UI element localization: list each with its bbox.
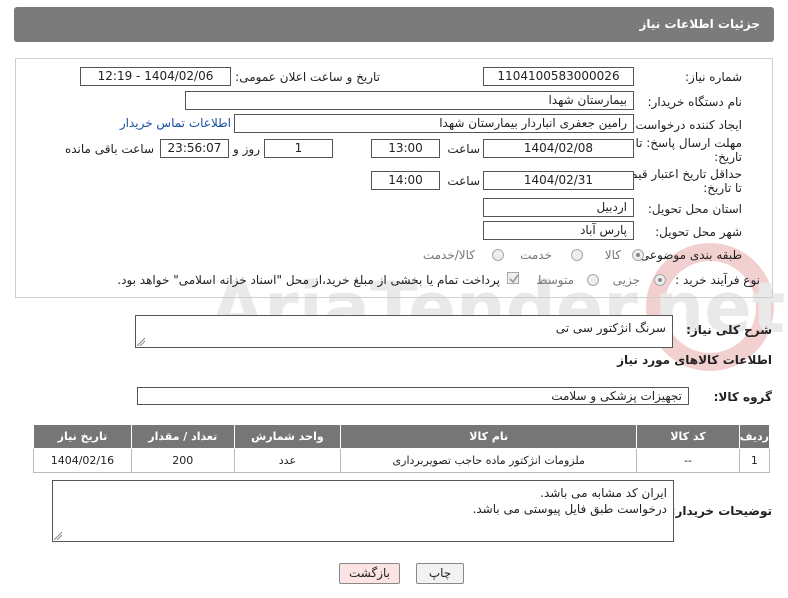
buyer-notes-textarea[interactable]: ایران کد مشابه می باشد. درخواست طبق فایل… (52, 480, 674, 542)
description-text: سرنگ انژکتور سی تی (555, 321, 666, 335)
buyer-org-field: بیمارستان شهدا (185, 91, 634, 110)
need-number-label: شماره نیاز: (685, 70, 742, 84)
treasury-payment-note: پرداخت تمام یا بخشی از مبلغ خرید،از محل … (117, 273, 500, 287)
cell-item-code: -- (636, 448, 740, 473)
reply-date-field: 1404/02/08 (483, 139, 634, 158)
reply-deadline-date-label: تاریخ: (714, 150, 742, 164)
process-option-minor: جزیی (612, 273, 640, 287)
col-header-need-date: تاریخ نیاز (33, 424, 132, 449)
goods-group-label: گروه کالا: (713, 390, 772, 404)
province-field: اردبیل (483, 198, 634, 217)
description-textarea[interactable]: سرنگ انژکتور سی تی (135, 315, 673, 348)
page-title: جزئیات اطلاعات نیاز (639, 17, 760, 31)
price-validity-date-label: تا تاریخ: (703, 181, 742, 195)
cell-item-name: ملزومات انژکتور ماده حاجب تصویربرداری (340, 448, 638, 473)
buyer-notes-line-2: درخواست طبق فایل پیوستی می باشد. (472, 502, 667, 516)
city-label: شهر محل تحویل: (655, 225, 742, 239)
process-radio-medium[interactable] (587, 274, 599, 286)
page-header: جزئیات اطلاعات نیاز (14, 7, 774, 42)
goods-section-title: اطلاعات کالاهای مورد نیاز (617, 353, 772, 367)
days-field: 1 (264, 139, 333, 158)
print-button[interactable]: چاپ (416, 563, 464, 584)
category-radio-goods[interactable] (632, 249, 644, 261)
cell-row-number: 1 (738, 448, 771, 473)
process-type-label: نوع فرآیند خرید : (675, 273, 760, 287)
need-number-field: 1104100583000026 (483, 67, 634, 86)
process-option-medium: متوسط (536, 273, 574, 287)
buyer-contact-link[interactable]: اطلاعات تماس خریدار (120, 116, 231, 130)
description-label: شرح کلی نیاز: (686, 323, 772, 337)
announce-datetime-field: 1404/02/06 - 12:19 (80, 67, 231, 86)
resize-grip-icon[interactable] (137, 338, 145, 346)
price-validity-time-field: 14:00 (371, 171, 440, 190)
city-field: پارس آباد (483, 221, 634, 240)
treasury-payment-checkbox[interactable] (507, 272, 519, 284)
resize-grip-icon[interactable] (54, 532, 62, 540)
reply-time-label: ساعت (447, 142, 480, 156)
category-option-goods-service: کالا/خدمت (422, 248, 475, 262)
buyer-org-label: نام دستگاه خریدار: (647, 95, 743, 109)
category-option-goods: کالا (604, 248, 621, 262)
process-radio-minor[interactable] (654, 274, 666, 286)
category-radio-goods-service[interactable] (492, 249, 504, 261)
col-header-quantity: تعداد / مقدار (130, 424, 235, 449)
price-validity-label: حداقل تاریخ اعتبار قیمت: (615, 167, 742, 181)
goods-table: ردیف کد کالا نام کالا واحد شمارش تعداد /… (33, 424, 771, 473)
table-header-row: ردیف کد کالا نام کالا واحد شمارش تعداد /… (33, 424, 771, 449)
buyer-notes-line-1: ایران کد مشابه می باشد. (540, 486, 667, 500)
remaining-time-label: ساعت باقی مانده (64, 142, 154, 156)
category-option-service: خدمت (520, 248, 552, 262)
col-header-item-name: نام کالا (340, 424, 638, 449)
province-label: استان محل تحویل: (647, 202, 742, 216)
category-label: طبقه بندی موضوعی: (635, 248, 742, 262)
cell-unit: عدد (233, 448, 342, 473)
cell-need-date: 1404/02/16 (33, 448, 132, 473)
back-button[interactable]: بازگشت (339, 563, 400, 584)
cell-quantity: 200 (130, 448, 235, 473)
col-header-unit: واحد شمارش (233, 424, 342, 449)
days-label: روز و (233, 142, 260, 156)
creator-field: رامین جعفری انباردار بیمارستان شهدا (234, 114, 634, 133)
col-header-row-number: ردیف (738, 424, 771, 449)
table-row: 1 -- ملزومات انژکتور ماده حاجب تصویربردا… (33, 448, 771, 473)
reply-time-field: 13:00 (371, 139, 440, 158)
category-radio-service[interactable] (571, 249, 583, 261)
announce-datetime-label: تاریخ و ساعت اعلان عمومی: (235, 70, 380, 84)
reply-deadline-label: مهلت ارسال پاسخ: تا (635, 136, 742, 150)
goods-group-field: تجهیزات پزشکی و سلامت (137, 387, 689, 405)
remaining-time-field: 23:56:07 (160, 139, 229, 158)
creator-label: ایجاد کننده درخواست: (631, 118, 742, 132)
buyer-notes-label: توضیحات خریدار: (670, 504, 772, 518)
price-validity-time-label: ساعت (447, 174, 480, 188)
col-header-item-code: کد کالا (636, 424, 740, 449)
checkmark-icon (509, 274, 519, 284)
price-validity-date-field: 1404/02/31 (483, 171, 634, 190)
